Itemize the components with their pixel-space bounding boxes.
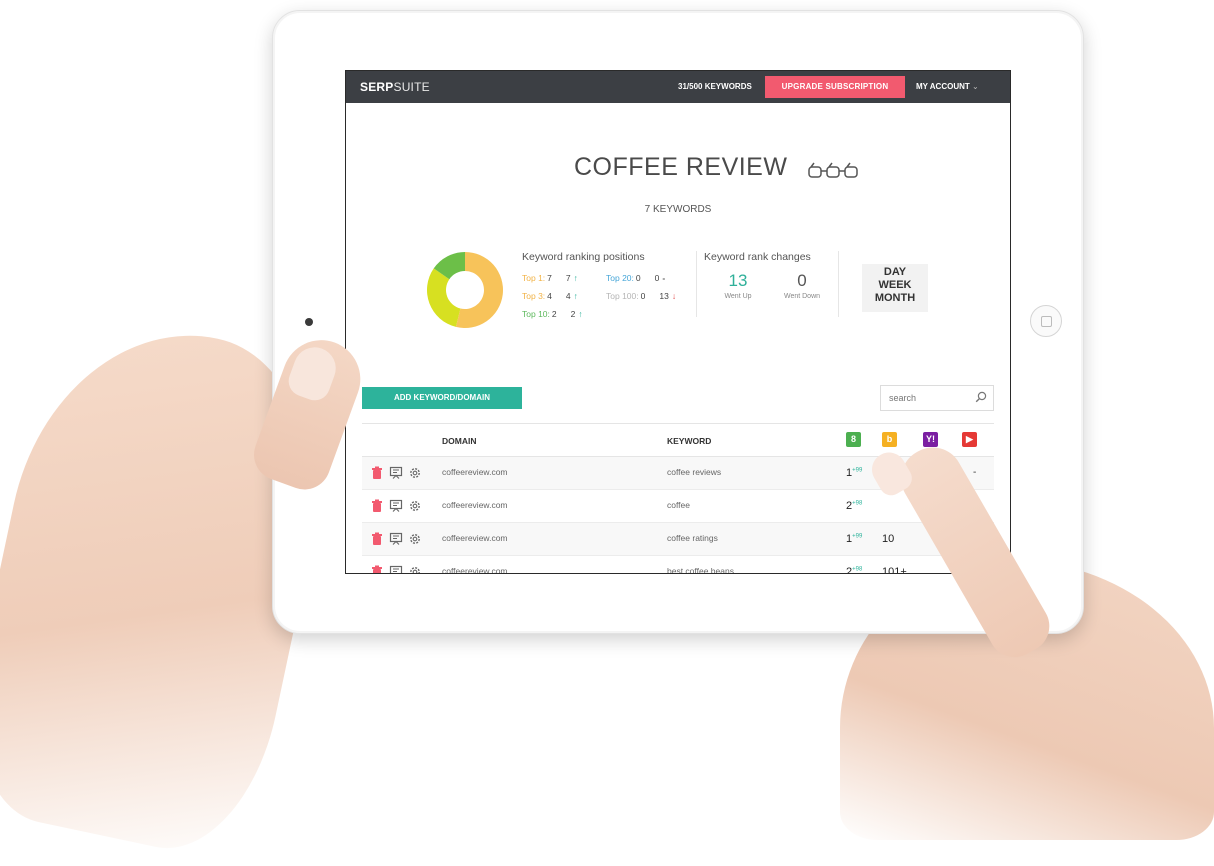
ranking-row: Top 100: 0 13 ↓ (606, 291, 676, 301)
upgrade-subscription-button[interactable]: UPGRADE SUBSCRIPTION (765, 76, 905, 98)
rank-changes-heading: Keyword rank changes (704, 251, 811, 263)
top-navbar: SERPSUITE 31/500 KEYWORDS UPGRADE SUBSCR… (346, 71, 1010, 103)
cell-bing-rank: 101+ (882, 566, 907, 574)
ranking-positions-panel: Keyword ranking positions (522, 251, 692, 263)
my-account-label: MY ACCOUNT (916, 82, 970, 91)
rank-changes-panel: Keyword rank changes 13 Went Up 0 Went D… (704, 251, 834, 300)
ranking-row-change: 7 (565, 273, 571, 283)
period-selector: DAY WEEK MONTH (862, 264, 928, 312)
row-actions (370, 532, 422, 546)
search-input[interactable] (887, 386, 975, 410)
tablet-camera (305, 318, 313, 326)
keyword-quota: 31/500 KEYWORDS (678, 82, 752, 91)
ranking-positions-heading: Keyword ranking positions (522, 251, 645, 263)
arrow-down-icon: ↓ (671, 291, 677, 301)
gear-icon[interactable] (408, 499, 422, 513)
ranking-row-value: 7 (547, 273, 552, 283)
ranking-row-change: 13 (659, 291, 669, 301)
cell-keyword: coffee ratings (667, 533, 718, 543)
ranking-row-change: 4 (565, 291, 571, 301)
went-down-value: 0 (797, 271, 807, 290)
row-actions (370, 466, 422, 480)
cell-domain[interactable]: coffeereview.com (442, 533, 508, 543)
search-icon[interactable] (975, 391, 987, 403)
report-icon[interactable] (389, 499, 403, 513)
bing-icon[interactable]: b (882, 432, 897, 447)
row-actions (370, 499, 422, 513)
ranking-row: Top 1: 7 7 ↑ (522, 273, 578, 283)
search-box (880, 385, 994, 411)
ranking-row: Top 20: 0 0- (606, 273, 665, 283)
table-row[interactable]: coffeereview.com coffee 2+98 +98 - (362, 490, 994, 523)
keyword-table: DOMAIN KEYWORD 8 b Y! ▶ coffeereview.com co… (362, 423, 994, 574)
page-title: COFFEE REVIEW (574, 153, 788, 181)
ranking-row-label: Top 100: (606, 291, 639, 301)
delete-icon[interactable] (370, 499, 384, 513)
ranking-row-label: Top 20: (606, 273, 634, 283)
arrow-up-icon: ↑ (573, 273, 578, 283)
cell-domain[interactable]: coffeereview.com (442, 467, 508, 477)
arrow-up-icon: ↑ (578, 309, 583, 319)
ranking-row-change: 0 (654, 273, 660, 283)
gear-icon[interactable] (408, 466, 422, 480)
glasses-icon[interactable] (808, 161, 860, 181)
ranking-row-label: Top 1: (522, 273, 546, 283)
table-header: DOMAIN KEYWORD 8 b Y! ▶ (362, 424, 994, 457)
report-icon[interactable] (389, 532, 403, 546)
cell-youtube-rank: - (973, 467, 977, 478)
donut-slice (427, 268, 461, 327)
ranking-row-label: Top 3: (522, 291, 546, 301)
column-keyword[interactable]: KEYWORD (667, 436, 711, 446)
gear-icon[interactable] (408, 565, 422, 573)
cell-bing-rank: 10 (882, 533, 895, 545)
report-icon[interactable] (389, 466, 403, 480)
cell-keyword: coffee (667, 500, 691, 510)
ranking-row-value: 0 (640, 291, 646, 301)
ranking-row-label: Top 10: (522, 309, 550, 319)
ranking-row-value: 0 (635, 273, 641, 283)
cell-google-rank: 2+98 (846, 566, 863, 574)
period-week[interactable]: WEEK (862, 279, 928, 292)
cell-google-rank: 1+99 (846, 467, 863, 479)
dash-icon: - (662, 273, 666, 283)
column-domain[interactable]: DOMAIN (442, 436, 476, 446)
chevron-down-icon: ⌄ (972, 82, 979, 91)
period-month[interactable]: MONTH (862, 292, 928, 305)
ranking-row: Top 3: 4 4 ↑ (522, 291, 578, 301)
went-up-value: 13 (728, 271, 748, 290)
ranking-row: Top 10: 2 2 ↑ (522, 309, 583, 319)
went-up-label: Went Up (724, 293, 752, 300)
youtube-icon[interactable]: ▶ (962, 432, 977, 447)
went-down-label: Went Down (783, 293, 821, 300)
ranking-row-change: 2 (570, 309, 576, 319)
period-day[interactable]: DAY (862, 266, 928, 279)
table-row[interactable]: coffeereview.com coffee ratings 1+99 10 … (362, 523, 994, 556)
tablet-home-button[interactable] (1030, 305, 1062, 337)
delete-icon[interactable] (370, 565, 384, 573)
ranking-donut-chart (427, 252, 503, 328)
yahoo-icon[interactable]: Y! (923, 432, 938, 447)
app-logo[interactable]: SERPSUITE (360, 80, 430, 94)
row-actions (370, 565, 422, 573)
delete-icon[interactable] (370, 466, 384, 480)
cell-keyword: coffee reviews (667, 467, 722, 477)
arrow-up-icon: ↑ (573, 291, 578, 301)
cell-google-rank: 2+98 (846, 500, 863, 512)
ranking-row-value: 2 (551, 309, 557, 319)
add-keyword-domain-button[interactable]: ADD KEYWORD/DOMAIN (362, 387, 522, 409)
table-row[interactable]: coffeereview.com best coffee beans 2+98 … (362, 556, 994, 574)
report-icon[interactable] (389, 565, 403, 573)
google-icon[interactable]: 8 (846, 432, 861, 447)
cell-domain[interactable]: coffeereview.com (442, 500, 508, 510)
cell-google-rank: 1+99 (846, 533, 863, 545)
cell-keyword: best coffee beans (667, 566, 734, 574)
ranking-row-value: 4 (547, 291, 552, 301)
delete-icon[interactable] (370, 532, 384, 546)
keyword-count: 7 KEYWORDS (644, 204, 712, 215)
divider (696, 251, 697, 317)
my-account-menu[interactable]: MY ACCOUNT ⌄ (916, 82, 979, 91)
divider (838, 251, 839, 317)
gear-icon[interactable] (408, 532, 422, 546)
cell-domain[interactable]: coffeereview.com (442, 566, 508, 573)
